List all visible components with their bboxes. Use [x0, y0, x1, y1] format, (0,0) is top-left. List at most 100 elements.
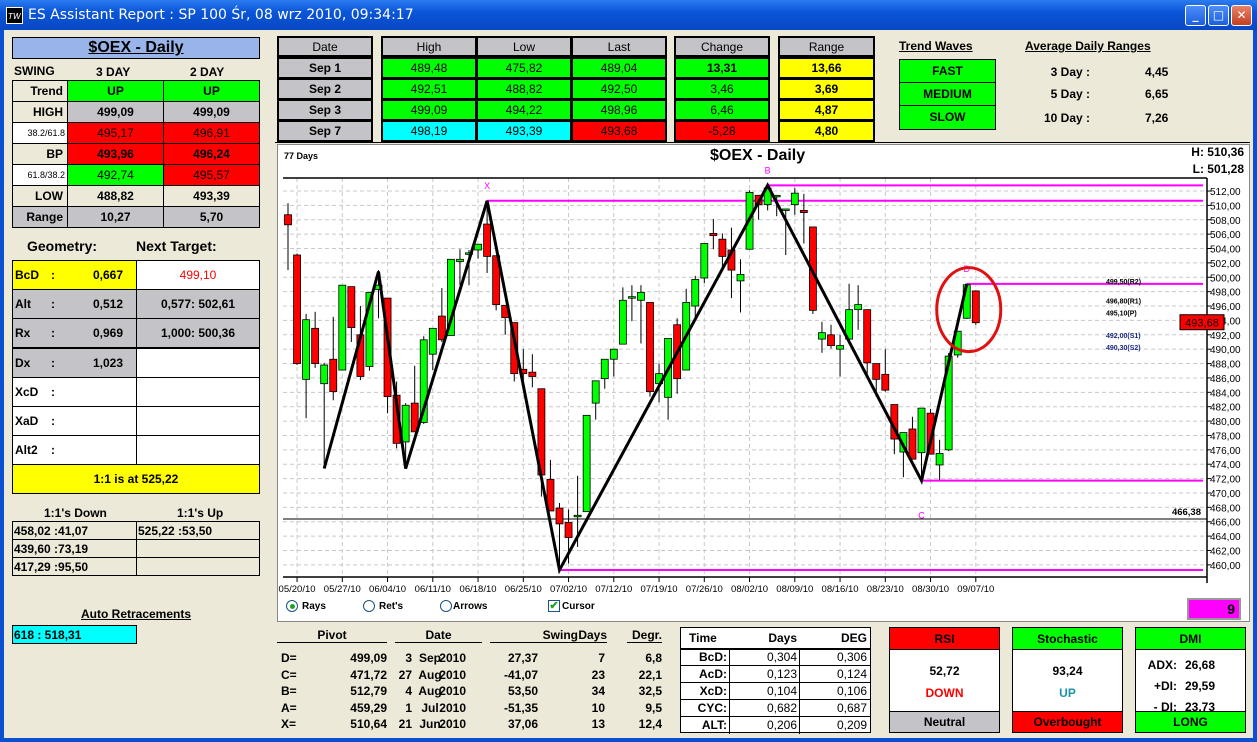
candle-up — [935, 453, 944, 466]
candle-down — [293, 254, 301, 364]
rsi-status: Neutral — [890, 711, 999, 732]
candle-down — [347, 286, 356, 329]
x-tick-label: 07/26/10 — [686, 584, 723, 595]
candle-down — [799, 210, 808, 213]
time-label: XcD: — [699, 684, 727, 698]
last-price-label: 493,68 — [1185, 318, 1219, 330]
y-tick-label: 466,00 — [1210, 518, 1241, 529]
pivot-degr: 6,8 — [645, 651, 662, 665]
y-tick-label: 462,00 — [1210, 547, 1241, 558]
arrows-radio[interactable]: Arrows — [440, 600, 487, 612]
y-tick-label: 468,00 — [1210, 503, 1241, 514]
y-tick-label: 484,00 — [1210, 388, 1241, 399]
y-tick-label: 490,00 — [1210, 345, 1241, 356]
pivot-day: 3 — [405, 651, 412, 665]
pivot-swing: -41,07 — [503, 667, 538, 682]
y-tick-label: 512,00 — [1210, 187, 1241, 198]
candle-down — [311, 327, 320, 364]
adx-label: ADX: — [1147, 658, 1177, 672]
candle-up — [573, 514, 582, 518]
time-deg: 0,124 — [836, 667, 867, 681]
rays-radio[interactable]: Rays — [286, 600, 326, 612]
candle-down — [437, 315, 446, 341]
x-tick-label: 08/09/10 — [776, 584, 813, 595]
row-divider — [681, 699, 870, 700]
dmi-title: DMI — [1136, 628, 1245, 650]
col-divider — [729, 648, 730, 734]
time-label: CYC: — [697, 701, 727, 715]
pivot-year: 2010 — [439, 717, 466, 731]
pivot-day: 27 — [398, 667, 412, 682]
candle-up — [401, 404, 410, 443]
candle-down — [709, 233, 718, 236]
time-deg: 0,687 — [836, 701, 867, 715]
candle-up — [600, 358, 609, 380]
candle-up — [917, 407, 926, 454]
row-divider — [681, 665, 870, 666]
candle-up — [691, 279, 700, 307]
dmi-panel: DMI ADX: 26,68 +DI: 29,59 - DI: 23,73 LO… — [1135, 627, 1246, 733]
pivot-header-0: Pivot — [277, 628, 387, 643]
candle-up — [428, 327, 437, 355]
candle-up — [618, 299, 627, 345]
stochastic-title: Stochastic — [1013, 628, 1122, 650]
adx-value: 26,68 — [1185, 658, 1216, 672]
x-tick-label: 06/25/10 — [505, 584, 542, 595]
stochastic-panel: Stochastic 93,24 UP Overbought — [1012, 627, 1123, 733]
checkmark-icon[interactable]: ✔ — [548, 600, 560, 612]
rsi-panel: RSI 52,72 DOWN Neutral — [889, 627, 1000, 733]
pivot-degr: 32,5 — [638, 684, 662, 698]
y-tick-label: 488,00 — [1210, 360, 1241, 371]
candle-up — [781, 208, 790, 211]
time-header-0: Time — [689, 631, 717, 645]
candle-up — [456, 258, 464, 262]
candle-up — [736, 274, 745, 282]
pivot-name: D= — [281, 651, 297, 665]
y-tick-label: 506,00 — [1210, 230, 1241, 241]
rets-radio[interactable]: Ret's — [363, 600, 403, 612]
radio-icon[interactable] — [440, 600, 452, 612]
pivot-degr: 22,1 — [638, 667, 662, 682]
rsi-title: RSI — [890, 628, 999, 650]
radio-checked-icon[interactable] — [286, 600, 298, 612]
y-tick-label: 478,00 — [1210, 431, 1241, 442]
candle-up — [474, 243, 482, 251]
candle-down — [881, 373, 890, 391]
pivot-price: 512,79 — [350, 684, 387, 698]
candle-down — [863, 309, 872, 364]
candle-up — [637, 291, 645, 301]
candle-up — [320, 364, 329, 385]
stochastic-value: 93,24 — [1052, 664, 1083, 678]
pivot-name: A= — [281, 700, 297, 715]
pivot-day: 4 — [405, 684, 412, 698]
pivot-price: 499,09 — [350, 651, 387, 665]
pivot-price: 510,64 — [350, 717, 387, 731]
rays-label: Rays — [302, 600, 326, 612]
y-tick-label: 464,00 — [1210, 532, 1241, 543]
reference-line-label: 466,38 — [1172, 507, 1201, 518]
y-tick-label: 498,00 — [1210, 288, 1241, 299]
x-tick-label: 07/12/10 — [595, 584, 632, 595]
x-tick-label: 05/27/10 — [324, 584, 361, 595]
y-tick-label: 496,00 — [1210, 302, 1241, 313]
dmi-status: LONG — [1136, 711, 1245, 732]
candle-up — [609, 348, 618, 360]
pivot-level-label: 499,50(R2) — [1106, 279, 1141, 286]
pivot-swing: 37,06 — [507, 717, 538, 731]
cursor-checkbox[interactable]: ✔ Cursor — [548, 600, 595, 612]
pivot-price: 471,72 — [350, 667, 387, 682]
x-tick-label: 08/16/10 — [822, 584, 859, 595]
pivot-level-label: 492,00(S1) — [1106, 333, 1141, 340]
pattern-point-label-b: B — [765, 165, 771, 175]
pivot-day: 21 — [398, 717, 412, 731]
y-tick-label: 460,00 — [1210, 561, 1241, 572]
time-deg: 0,209 — [836, 718, 867, 732]
y-tick-label: 502,00 — [1210, 259, 1241, 270]
y-tick-label: 470,00 — [1210, 489, 1241, 500]
pivot-days: 13 — [591, 717, 605, 731]
counter-box: 9 — [1187, 598, 1241, 620]
candle-down — [528, 371, 537, 377]
radio-icon[interactable] — [363, 600, 375, 612]
candle-down — [555, 507, 564, 525]
pivot-swing: -51,35 — [503, 700, 538, 715]
